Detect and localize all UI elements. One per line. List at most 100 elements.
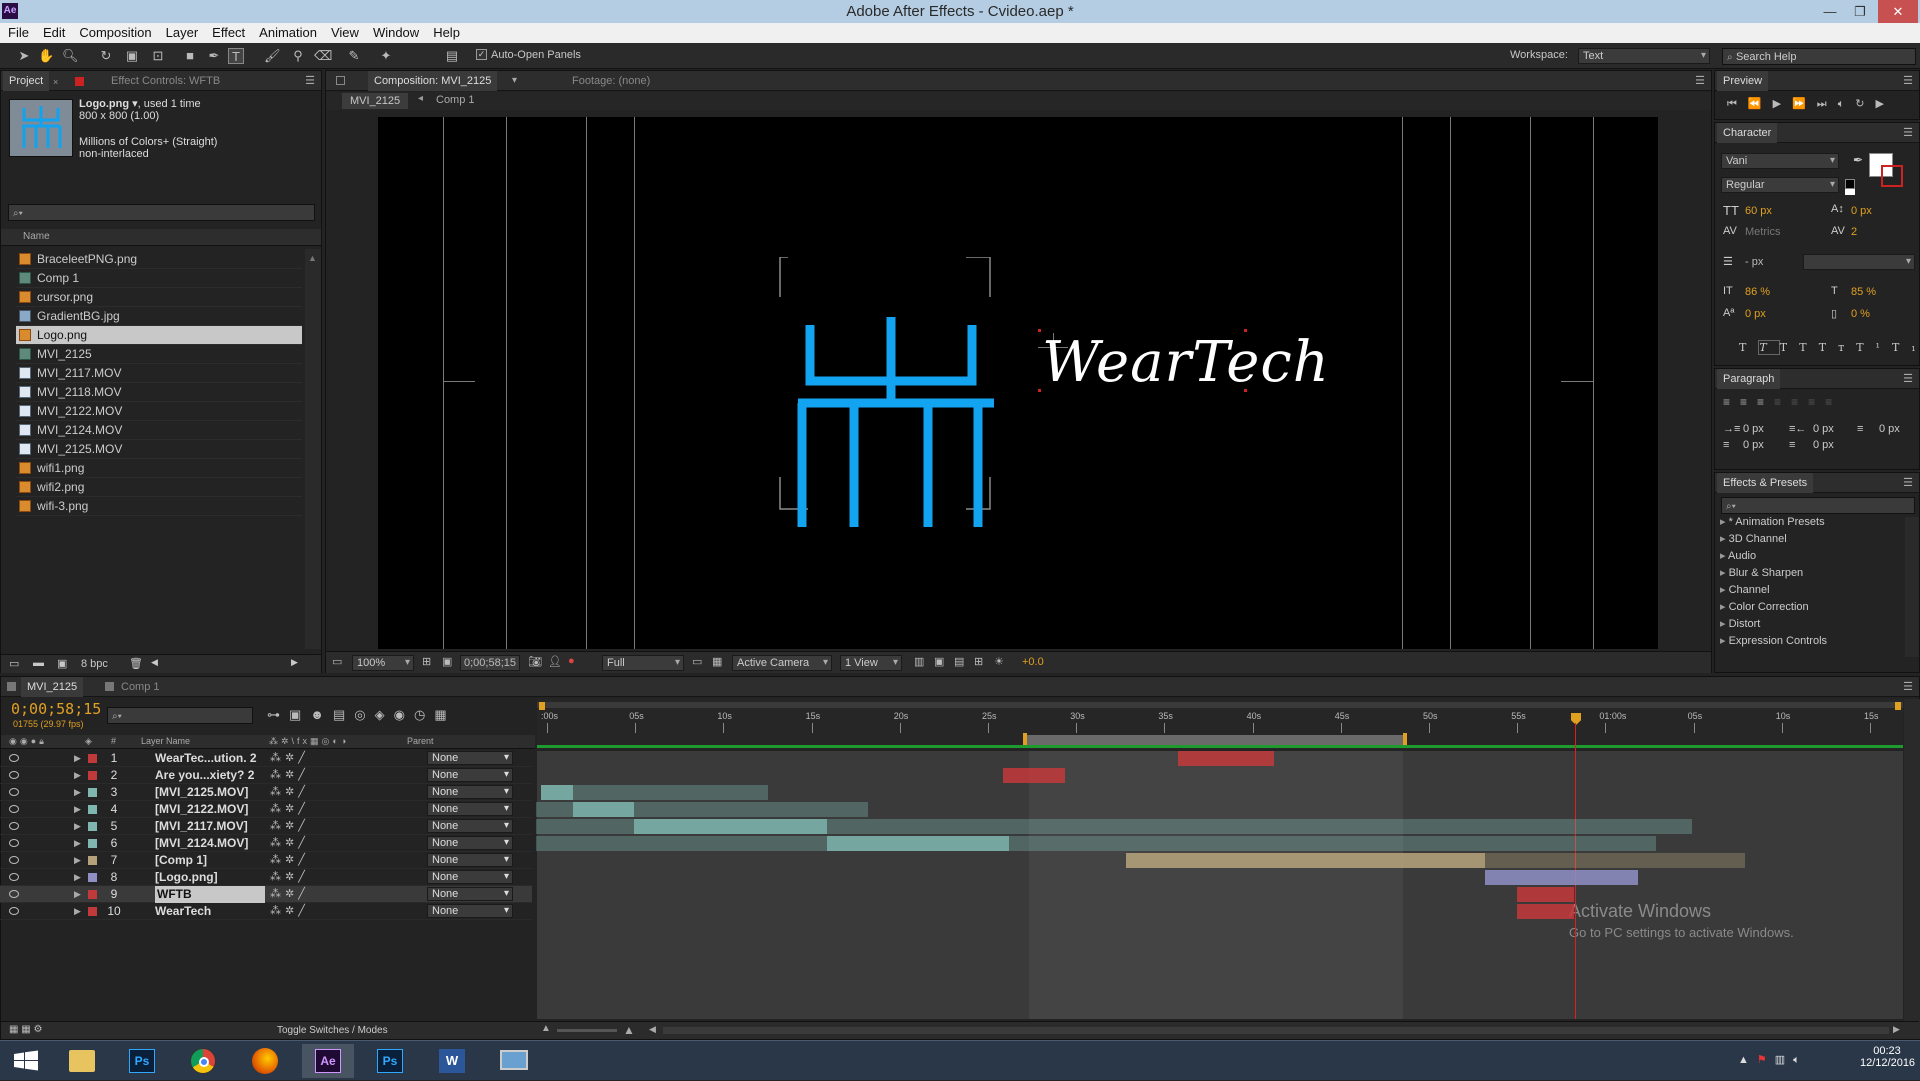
parent-dropdown[interactable]: None <box>427 785 513 799</box>
composition-mini-flowchart-icon[interactable]: ⊶ <box>267 707 289 722</box>
label-color-swatch[interactable] <box>88 754 97 763</box>
font-size-value[interactable]: 60 px <box>1745 205 1772 217</box>
layer-switches[interactable]: ⁂✲╱ <box>270 750 309 767</box>
auto-open-checkbox[interactable]: ✓ <box>476 49 487 60</box>
menu-file[interactable]: File <box>0 23 35 43</box>
work-area-bar[interactable] <box>1025 735 1405 745</box>
parent-dropdown[interactable]: None <box>427 853 513 867</box>
justify-last-center-icon[interactable]: ≡ <box>1791 395 1808 409</box>
project-item[interactable]: MVI_2118.MOV <box>16 383 302 402</box>
tab-timeline-mvi2125[interactable]: MVI_2125 <box>21 677 84 697</box>
display-icon[interactable] <box>488 1044 540 1078</box>
expand-arrow-icon[interactable]: ▶ <box>74 818 81 835</box>
menu-help[interactable]: Help <box>425 23 466 43</box>
tracking-value[interactable]: 2 <box>1851 226 1857 238</box>
puppet-pin-tool-icon[interactable]: ✦ <box>378 48 394 64</box>
col-layer-name[interactable]: Layer Name <box>141 736 190 746</box>
tab-paragraph[interactable]: Paragraph <box>1717 369 1781 389</box>
timeline-layer-row[interactable]: ▶ 7 [Comp 1] ⁂✲╱ None <box>0 852 532 869</box>
tab-composition[interactable]: Composition: MVI_2125 <box>368 71 498 91</box>
effects-scrollbar[interactable] <box>1905 517 1919 657</box>
indent-right-value[interactable]: 0 px <box>1813 423 1834 435</box>
project-item[interactable]: Logo.png <box>16 326 302 345</box>
horizontal-scale-value[interactable]: 85 % <box>1851 286 1876 298</box>
comp-flowchart-icon[interactable]: ⊞ <box>974 655 983 668</box>
layer-switches[interactable]: ⁂✲╱ <box>270 903 309 920</box>
roto-brush-tool-icon[interactable]: ✎ <box>346 48 362 64</box>
resolution-dropdown[interactable]: Full <box>602 655 684 671</box>
col-name[interactable]: Name <box>23 231 50 242</box>
parent-dropdown[interactable]: None <box>427 768 513 782</box>
superscript-button[interactable]: T¹ <box>1856 341 1892 354</box>
type-tool-icon[interactable]: T <box>228 48 244 64</box>
motion-blur-icon[interactable]: ◎ <box>354 707 374 722</box>
rectangle-tool-icon[interactable]: ■ <box>182 48 198 64</box>
layer-visible-bar[interactable] <box>1126 853 1486 868</box>
graph-editor-icon[interactable]: ◈ <box>375 707 394 722</box>
zoom-tool-icon[interactable]: 🔍︎ <box>62 48 79 64</box>
selection-tool-icon[interactable]: ➤ <box>16 48 32 64</box>
project-scrollbar[interactable]: ▲ <box>305 249 321 649</box>
label-color-swatch[interactable] <box>88 839 97 848</box>
layer-switches[interactable]: ⁂✲╱ <box>270 869 309 886</box>
first-frame-icon[interactable]: ⏮ <box>1727 98 1748 110</box>
menu-view[interactable]: View <box>323 23 365 43</box>
time-navigator[interactable] <box>537 702 1903 708</box>
layer-visible-bar[interactable] <box>1516 887 1575 902</box>
expand-arrow-icon[interactable]: ▶ <box>74 903 81 920</box>
panel-menu-icon[interactable]: ☰ <box>1903 369 1913 389</box>
timeline-layer-row[interactable]: ▶ 2 Are you...xiety? 2 ⁂✲╱ None <box>0 767 532 784</box>
text-handle[interactable] <box>1038 329 1041 332</box>
network-icon[interactable]: ▥ <box>1775 1054 1793 1066</box>
project-item[interactable]: MVI_2124.MOV <box>16 421 302 440</box>
layer-name[interactable]: [MVI_2122.MOV] <box>155 801 248 818</box>
faux-italic-button[interactable]: T <box>1758 340 1780 355</box>
scroll-right-icon[interactable]: ▶ <box>291 657 298 668</box>
region-of-interest-icon[interactable]: ▭ <box>692 655 702 668</box>
eye-icon[interactable] <box>9 754 19 762</box>
layer-name[interactable]: [MVI_2117.MOV] <box>155 818 248 835</box>
project-item[interactable]: MVI_2122.MOV <box>16 402 302 421</box>
zoom-in-icon[interactable]: ▲ <box>623 1023 635 1037</box>
navigator-start-handle[interactable] <box>539 702 545 710</box>
timeline-current-time[interactable]: 0;00;58;15 <box>11 700 101 718</box>
breadcrumb-comp1[interactable]: Comp 1 <box>436 94 475 106</box>
minimize-icon[interactable]: — <box>1816 0 1844 23</box>
tsume-value[interactable]: 0 % <box>1851 308 1870 320</box>
zoom-dropdown[interactable]: 100% <box>352 655 414 671</box>
eye-icon[interactable] <box>9 805 19 813</box>
effects-search-input[interactable]: ⌕▾ <box>1721 497 1915 514</box>
parent-dropdown[interactable]: None <box>427 819 513 833</box>
exposure-value[interactable]: +0.0 <box>1022 656 1044 668</box>
eye-icon[interactable] <box>9 907 19 915</box>
scroll-left-icon[interactable]: ◀ <box>151 657 158 668</box>
tab-timeline-comp1[interactable]: Comp 1 <box>115 677 166 697</box>
brainstorm-icon[interactable]: ◉ <box>394 707 414 722</box>
layer-visible-bar[interactable] <box>826 836 1009 851</box>
layer-switches[interactable]: ⁂✲╱ <box>270 767 309 784</box>
draft-3d-icon[interactable]: ▣ <box>289 707 310 722</box>
kerning-value[interactable]: Metrics <box>1745 226 1780 238</box>
col-number[interactable]: # <box>111 736 116 746</box>
layer-switches[interactable]: ⁂✲╱ <box>270 886 309 903</box>
timeline-layer-row[interactable]: ▶ 1 WearTec...ution. 2 ⁂✲╱ None <box>0 750 532 767</box>
indent-first-value[interactable]: 0 px <box>1879 423 1900 435</box>
weartech-logo[interactable] <box>778 257 1018 527</box>
pan-behind-tool-icon[interactable]: ⊡ <box>150 48 166 64</box>
lock-icon[interactable] <box>336 76 345 85</box>
effects-category[interactable]: * Animation Presets <box>1720 514 1825 531</box>
breadcrumb-mvi2125[interactable]: MVI_2125 <box>342 93 409 109</box>
col-parent[interactable]: Parent <box>407 736 434 746</box>
faux-bold-button[interactable]: T <box>1739 341 1758 354</box>
timeline-icon[interactable]: ▤ <box>954 655 964 668</box>
label-color-swatch[interactable] <box>88 856 97 865</box>
layer-name[interactable]: [MVI_2124.MOV] <box>155 835 248 852</box>
loop-icon[interactable]: ↻ <box>1855 98 1875 110</box>
effects-category[interactable]: 3D Channel <box>1720 531 1787 548</box>
white-swatch[interactable] <box>1845 189 1855 195</box>
eye-icon[interactable] <box>9 856 19 864</box>
project-item[interactable]: MVI_2125 <box>16 345 302 364</box>
timeline-hscrollbar[interactable] <box>663 1027 1889 1034</box>
eye-icon[interactable] <box>9 822 19 830</box>
indent-left-value[interactable]: 0 px <box>1743 423 1764 435</box>
